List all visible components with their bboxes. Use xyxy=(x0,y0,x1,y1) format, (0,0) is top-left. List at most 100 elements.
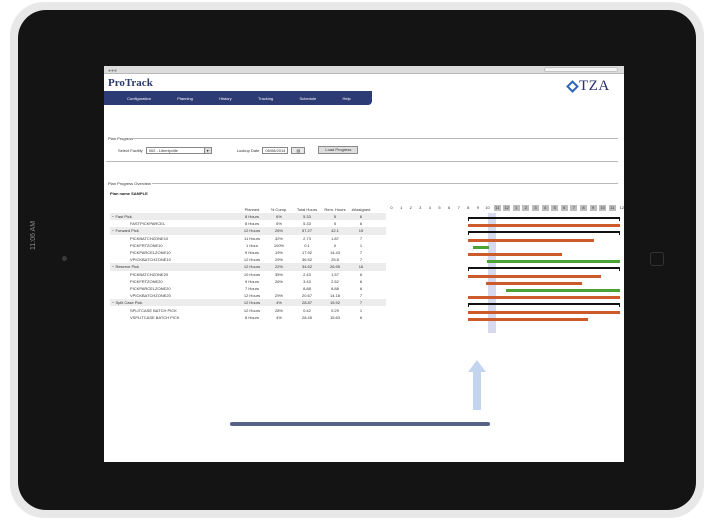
comp-cell: 19% xyxy=(274,250,283,256)
planned-cell: 12 Hours xyxy=(243,307,261,313)
gantt-bar[interactable] xyxy=(468,231,620,236)
group-row[interactable]: − Fast Pick 8 Hours 6% 5.33 5 6 xyxy=(110,213,386,221)
assigned-cell: 6 xyxy=(359,314,363,320)
gantt-bar[interactable] xyxy=(468,296,620,300)
home-button[interactable] xyxy=(650,252,664,266)
row-name: FASTPICKPARCEL xyxy=(130,221,166,227)
app-screen: ●●● ProTrack TZA Configuration Planning … xyxy=(104,66,624,462)
gantt-bar[interactable] xyxy=(468,274,601,278)
total-hours-cell: 5.33 xyxy=(303,221,311,227)
facility-select[interactable]: 002 - Libertyville ▾ xyxy=(145,146,212,154)
nav-help[interactable]: Help xyxy=(343,96,351,101)
date-label: Lookup Date xyxy=(236,147,260,153)
gantt-bar[interactable] xyxy=(468,267,620,272)
total-hours-cell: 3.43 xyxy=(303,278,311,284)
group-row[interactable]: − Forward Pick 12 Hours 26% 57.27 42.1 15 xyxy=(110,227,386,235)
planned-cell: 10 Hours xyxy=(243,271,261,277)
hour-tick-label: 9 xyxy=(589,205,597,211)
nav-configuration[interactable]: Configuration xyxy=(127,96,151,101)
assigned-cell: 7 xyxy=(359,293,363,299)
total-hours-cell: 8.88 xyxy=(303,285,311,291)
comp-cell: 26% xyxy=(274,278,283,284)
table-row: PICKPARCELZONE20 7 Hours 8.88 8.88 6 xyxy=(110,285,386,292)
gantt-bar[interactable] xyxy=(472,245,489,249)
gantt-bar[interactable] xyxy=(505,289,620,292)
rem-hours-cell: 8.88 xyxy=(331,285,339,291)
group-row[interactable]: − Reserve Pick 12 Hours 22% 34.62 26.95 16 xyxy=(110,263,386,271)
group-row[interactable]: − Split Case Pick 12 Hours 4% 28.87 15.92 7 xyxy=(110,299,386,307)
brand-name: TZA xyxy=(579,78,610,94)
nav-tracking[interactable]: Tracking xyxy=(258,96,273,101)
table-row: PICKBATCHZONE20 10 Hours 35% 2.43 1.57 6 xyxy=(110,271,386,278)
nav-planning[interactable]: Planning xyxy=(177,96,193,101)
total-hours-cell: 34.62 xyxy=(301,264,312,270)
rem-hours-cell: 1.87 xyxy=(331,235,339,241)
hour-tick-label: 9 xyxy=(476,205,479,210)
assigned-cell: 6 xyxy=(359,285,363,291)
assigned-cell: 7 xyxy=(359,300,363,306)
planned-cell: 12 Hours xyxy=(243,300,261,306)
hour-tick-label: 5 xyxy=(551,205,559,211)
rem-hours-cell: 26.95 xyxy=(329,264,340,270)
lookup-date-input[interactable]: 05/08/2014 xyxy=(262,146,289,154)
rem-hours-cell: 0.29 xyxy=(331,307,339,313)
gantt-bar[interactable] xyxy=(468,317,589,321)
table-body: − Fast Pick 8 Hours 6% 5.33 5 6 FASTPICKPARCEL… xyxy=(110,213,386,321)
facility-select-value: 002 - Libertyville xyxy=(148,147,178,153)
assigned-cell: 7 xyxy=(359,257,363,263)
total-hours-cell: 2.43 xyxy=(303,271,311,277)
rem-hours-cell: 14.43 xyxy=(329,250,340,256)
row-name: PICKPARCELZONE20 xyxy=(130,285,171,291)
window-controls-icon[interactable]: ●●● xyxy=(108,68,117,74)
total-hours-cell: 20.67 xyxy=(301,293,312,299)
calendar-icon[interactable]: ▤ xyxy=(291,146,306,154)
table-row: FASTPICKPARCEL 8 Hours 6% 5.33 5 6 xyxy=(110,220,386,227)
hour-tick-label: 10 xyxy=(599,205,607,211)
column-header: Rem. Hours xyxy=(324,206,346,212)
browser-toolbar: ●●● xyxy=(104,66,624,74)
gantt-bar[interactable] xyxy=(468,238,595,242)
comp-cell: 35% xyxy=(274,271,283,277)
hour-tick-label: 4 xyxy=(428,205,431,210)
chevron-down-icon[interactable]: ▾ xyxy=(203,147,211,153)
assigned-cell: 6 xyxy=(359,221,363,227)
device-time: 11:06 AM xyxy=(30,220,37,250)
overview-title: Plan Progress Overview xyxy=(108,181,151,186)
assigned-cell: 1 xyxy=(359,242,363,248)
comp-cell: 29% xyxy=(274,257,283,263)
assigned-cell: 7 xyxy=(359,250,363,256)
divider xyxy=(152,183,618,184)
assigned-cell: 7 xyxy=(359,235,363,241)
planned-cell: 8 Hours xyxy=(244,214,259,220)
hour-tick-label: 1 xyxy=(512,205,520,211)
comp-cell: 22% xyxy=(274,264,283,270)
hour-tick-label: 3 xyxy=(532,205,539,211)
gantt-bar[interactable] xyxy=(468,217,620,221)
table-row: SPLITCASE BATCH PICK 12 Hours 28% 0.42 0.29 1 xyxy=(110,306,386,313)
comp-cell: 32% xyxy=(274,235,283,241)
hour-tick-label: 7 xyxy=(570,205,578,211)
browser-address-field[interactable] xyxy=(544,67,618,72)
planned-cell: 12 Hours xyxy=(243,293,261,299)
nav-schedule[interactable]: Schedule xyxy=(300,96,317,101)
hour-tick-label: 7 xyxy=(457,205,460,210)
table-row: PICKFRTZONE10 1 Hour 100% 0.1 0 1 xyxy=(110,242,386,249)
row-name: PICKBATCHZONE20 xyxy=(130,271,169,277)
hour-tick-label: 1 xyxy=(399,205,403,210)
hour-tick-label: 6 xyxy=(447,205,451,210)
load-progress-button[interactable]: Load Progress xyxy=(318,146,359,154)
nav-history[interactable]: History xyxy=(219,96,231,101)
hour-tick-label: 8 xyxy=(580,205,587,211)
gantt-bar[interactable] xyxy=(487,260,620,264)
gantt-bar[interactable] xyxy=(468,310,620,314)
gantt-bar[interactable] xyxy=(468,253,563,256)
arrow-up-graphic xyxy=(468,360,486,410)
assigned-cell: 6 xyxy=(359,214,363,220)
planned-cell: 1 Hour xyxy=(245,242,258,248)
divider xyxy=(128,138,618,139)
gantt-bar[interactable] xyxy=(468,303,620,308)
gantt-chart: 0 1 2 3 4 5 6 7 8 9 10 11 12 1 2 3 4 5 6 7 8 9 10 11 12 xyxy=(386,203,624,357)
total-hours-cell: 57.27 xyxy=(301,228,312,234)
gantt-bar[interactable] xyxy=(486,281,582,285)
gantt-bar[interactable] xyxy=(468,224,620,228)
